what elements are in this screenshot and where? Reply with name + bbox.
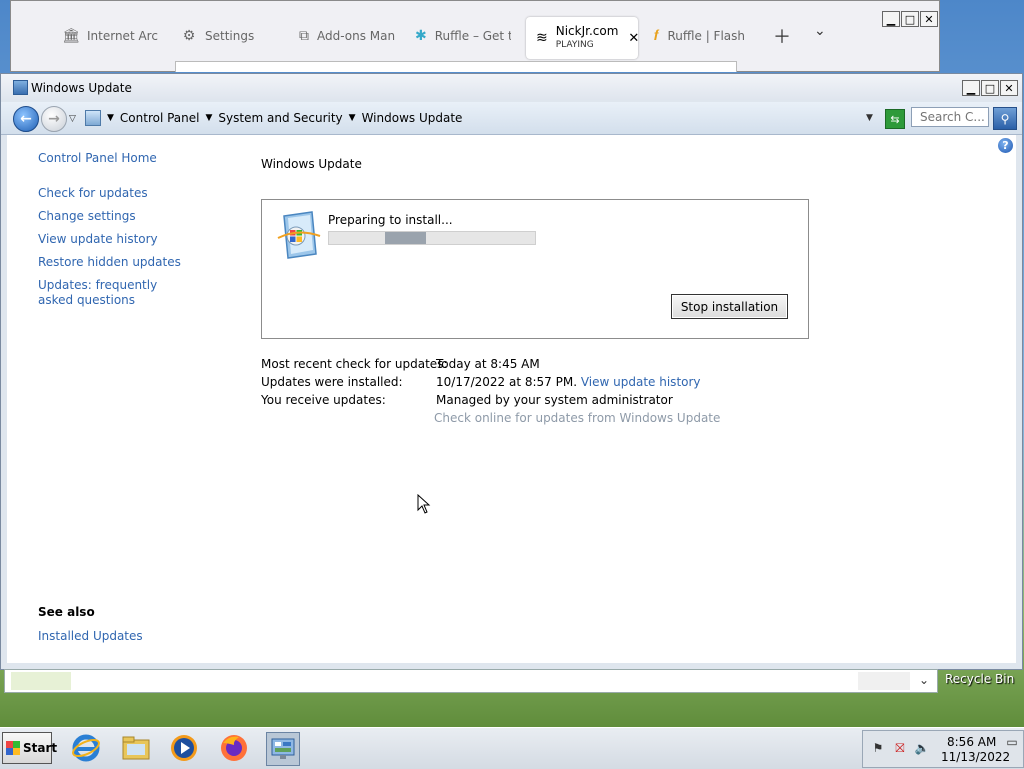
- sidebar-change-settings[interactable]: Change settings: [38, 209, 136, 224]
- control-panel-icon: [13, 80, 28, 95]
- recycle-bin-label[interactable]: Recycle Bin: [945, 672, 1014, 686]
- new-tab-plus-icon[interactable]: ＋: [773, 23, 791, 49]
- tab-internet-archive[interactable]: 🏛 Internet Arch: [63, 23, 159, 49]
- action-center-flag-icon[interactable]: ⚑: [871, 741, 885, 755]
- control-panel-icon: [85, 110, 101, 126]
- close-icon[interactable]: ✕: [1000, 80, 1018, 96]
- network-error-icon[interactable]: ⛝: [893, 741, 907, 755]
- stop-installation-button[interactable]: Stop installation: [671, 294, 788, 319]
- tab-add-ons[interactable]: ⧉ Add-ons Man: [299, 23, 395, 49]
- page-title: Windows Update: [261, 157, 362, 171]
- maximize-icon[interactable]: □: [901, 11, 919, 27]
- breadcrumb-windows-update[interactable]: Windows Update: [362, 111, 463, 125]
- breadcrumb-control-panel[interactable]: Control Panel: [120, 111, 200, 125]
- list-tabs-chevron-icon[interactable]: ⌄: [814, 23, 826, 39]
- window-title-bar[interactable]: Windows Update ▁ □ ✕: [1, 74, 1022, 100]
- breadcrumb-system-security[interactable]: System and Security: [218, 111, 342, 125]
- info-value-receive: Managed by your system administrator: [436, 393, 673, 407]
- view-update-history-link[interactable]: View update history: [581, 375, 701, 389]
- info-label-last-check: Most recent check for updates:: [261, 357, 448, 371]
- sidebar-view-update-history[interactable]: View update history: [38, 232, 158, 247]
- sidebar-check-for-updates[interactable]: Check for updates: [38, 186, 148, 201]
- browser-window: 🏛 Internet Arch ⚙ Settings ⧉ Add-ons Man…: [10, 0, 940, 72]
- windows-update-icon: [277, 211, 321, 259]
- control-panel-taskbar-icon[interactable]: [266, 732, 300, 766]
- info-value-last-check: Today at 8:45 AM: [436, 357, 540, 371]
- refresh-icon[interactable]: ⇆: [885, 109, 905, 129]
- chevron-down-icon[interactable]: ⌄: [919, 673, 929, 687]
- address-dropdown-icon[interactable]: ▼: [866, 113, 873, 123]
- show-desktop-icon[interactable]: ▭: [1005, 735, 1019, 749]
- search-icon[interactable]: ⚲: [993, 107, 1017, 130]
- window-title: Windows Update: [31, 81, 132, 95]
- back-arrow-icon[interactable]: ←: [13, 106, 39, 132]
- close-tab-icon[interactable]: ✕: [628, 31, 638, 46]
- gear-icon: ⚙: [182, 28, 196, 44]
- internet-explorer-icon[interactable]: [70, 732, 102, 764]
- taskbar: Start ⚑ ⛝ 🔈 8:56 AM 11/13/2022 ▭: [0, 727, 1024, 769]
- info-value-installed: 10/17/2022 at 8:57 PM. View update histo…: [436, 375, 701, 389]
- info-label-receive: You receive updates:: [261, 393, 386, 407]
- maximize-icon[interactable]: □: [981, 80, 999, 96]
- check-online-link[interactable]: Check online for updates from Windows Up…: [434, 411, 720, 425]
- tab-nickjr[interactable]: ≋ NickJr.com PLAYING ✕: [526, 17, 638, 59]
- install-progress-bar: [328, 231, 536, 245]
- strip-grey-block: [858, 672, 910, 690]
- background-browser-strip: ⌄: [4, 669, 938, 693]
- breadcrumb: ▼ Control Panel ▼ System and Security ▼ …: [85, 108, 875, 128]
- windows-flag-icon: [6, 741, 20, 755]
- search-input[interactable]: [911, 107, 989, 127]
- minimize-icon[interactable]: ▁: [882, 11, 900, 27]
- chevron-down-icon[interactable]: ▼: [107, 113, 114, 123]
- tab-settings[interactable]: ⚙ Settings: [181, 23, 281, 49]
- install-status-text: Preparing to install...: [328, 213, 453, 227]
- sidebar-updates-faq[interactable]: Updates: frequently asked questions: [38, 278, 188, 308]
- strip-green-block: [11, 672, 71, 690]
- file-explorer-folder-icon[interactable]: [120, 732, 152, 764]
- chevron-down-icon[interactable]: ▼: [206, 113, 213, 123]
- sidebar-restore-hidden-updates[interactable]: Restore hidden updates: [38, 255, 181, 270]
- system-tray: ⚑ ⛝ 🔈 8:56 AM 11/13/2022 ▭: [862, 730, 1024, 768]
- browser-window-controls: ▁ □ ✕: [882, 11, 938, 27]
- close-icon[interactable]: ✕: [920, 11, 938, 27]
- ruffle-icon: ✱: [415, 28, 427, 44]
- install-progress-fill: [385, 232, 426, 244]
- info-label-installed: Updates were installed:: [261, 375, 403, 389]
- clock-time[interactable]: 8:56 AM: [947, 735, 996, 749]
- puzzle-icon: ⧉: [299, 28, 309, 44]
- content-area: ? Control Panel Home Check for updates C…: [7, 135, 1016, 663]
- nickjr-icon: ≋: [536, 30, 548, 46]
- media-player-icon[interactable]: [168, 732, 200, 764]
- navigation-bar: ← → ▽ ▼ Control Panel ▼ System and Secur…: [1, 102, 1022, 135]
- volume-icon[interactable]: 🔈: [915, 741, 930, 755]
- installed-updates-link[interactable]: Installed Updates: [38, 629, 143, 644]
- see-also-heading: See also: [38, 605, 95, 619]
- firefox-icon[interactable]: [218, 732, 250, 764]
- clock-date[interactable]: 11/13/2022: [941, 750, 1010, 764]
- help-icon[interactable]: ?: [998, 138, 1013, 153]
- forward-arrow-icon[interactable]: →: [41, 106, 67, 132]
- windows-update-window: Windows Update ▁ □ ✕ ← → ▽ ▼ Control Pan…: [0, 73, 1023, 670]
- minimize-icon[interactable]: ▁: [962, 80, 980, 96]
- mouse-cursor-icon: [417, 494, 431, 514]
- ruffle-flash-icon: 𝒇: [653, 28, 659, 44]
- chevron-down-icon[interactable]: ▼: [349, 113, 356, 123]
- start-button[interactable]: Start: [2, 732, 57, 764]
- tab-ruffle-flash[interactable]: 𝒇 Ruffle | Flash: [653, 23, 745, 49]
- tab-ruffle-get[interactable]: ✱ Ruffle – Get t: [415, 23, 511, 49]
- window-controls: ▁ □ ✕: [962, 80, 1018, 96]
- archive-icon: 🏛: [63, 28, 80, 44]
- sidebar-control-panel-home[interactable]: Control Panel Home: [38, 151, 157, 166]
- install-status-panel: Preparing to install... Stop installatio…: [261, 199, 809, 339]
- browser-url-bar[interactable]: [175, 61, 737, 72]
- recent-pages-dropdown-icon[interactable]: ▽: [69, 114, 76, 124]
- browser-tab-bar: 🏛 Internet Arch ⚙ Settings ⧉ Add-ons Man…: [11, 13, 939, 59]
